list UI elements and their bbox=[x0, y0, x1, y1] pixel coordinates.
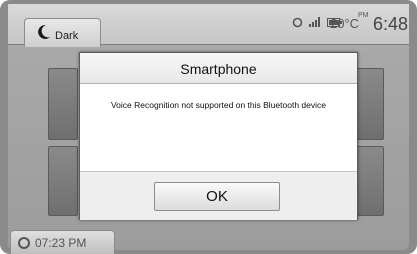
ok-button[interactable]: OK bbox=[154, 182, 280, 211]
temperature: 20°C bbox=[330, 16, 360, 31]
meridiem: PM bbox=[358, 12, 369, 19]
phone-link-icon bbox=[18, 237, 30, 249]
menu-tile-bottom-right[interactable] bbox=[354, 146, 384, 216]
smartphone-dialog: Smartphone Voice Recognition not support… bbox=[79, 52, 358, 220]
dialog-footer: OK bbox=[80, 171, 357, 220]
dialog-message: Voice Recognition not supported on this … bbox=[110, 100, 326, 110]
moon-icon bbox=[38, 24, 50, 39]
dialog-title: Smartphone bbox=[180, 61, 257, 77]
theme-label: Dark bbox=[55, 30, 79, 42]
signal-bars-icon bbox=[309, 17, 320, 27]
recent-call-time: 07:23 PM bbox=[35, 236, 87, 250]
car-display: Dark 20°C PM 6:48 07:23 PM Smartphone Vo… bbox=[0, 0, 417, 254]
menu-tile-top-right[interactable] bbox=[354, 68, 384, 140]
clock: 6:48 bbox=[373, 14, 409, 34]
theme-tab[interactable]: Dark bbox=[24, 18, 101, 47]
recent-call-pill[interactable]: 07:23 PM bbox=[10, 230, 115, 254]
status-bar: Dark 20°C PM 6:48 bbox=[8, 4, 409, 47]
menu-tile-bottom-left[interactable] bbox=[48, 146, 78, 216]
menu-tile-top-left[interactable] bbox=[48, 68, 78, 140]
dialog-title-bar: Smartphone bbox=[80, 53, 357, 84]
phone-link-icon bbox=[292, 17, 303, 27]
